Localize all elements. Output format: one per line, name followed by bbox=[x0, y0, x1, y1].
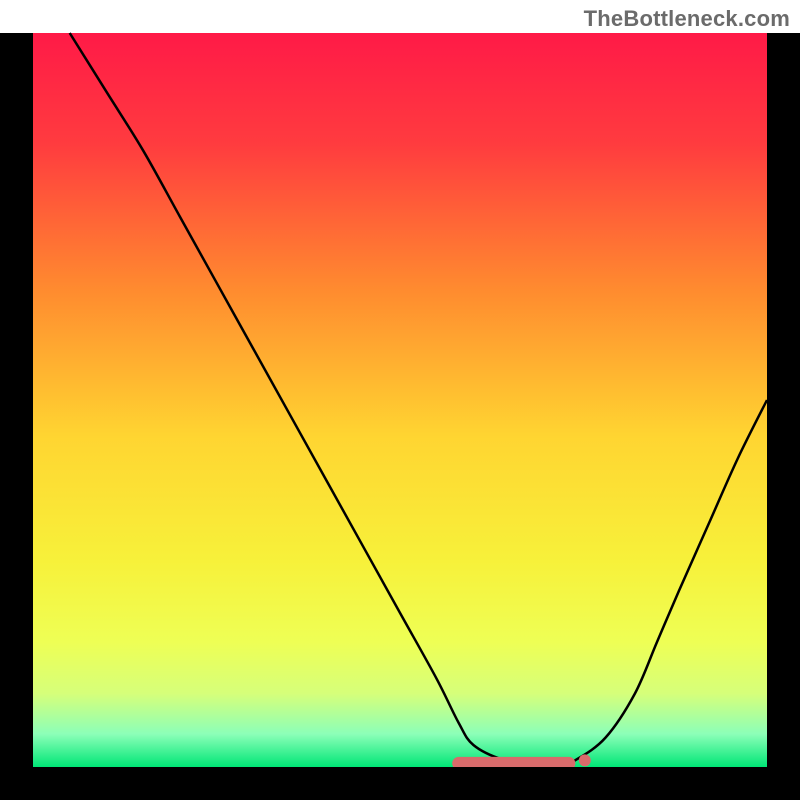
plot-frame-border bbox=[767, 33, 800, 800]
bottleneck-chart bbox=[0, 0, 800, 800]
chart-container: TheBottleneck.com bbox=[0, 0, 800, 800]
plot-frame-border bbox=[0, 767, 800, 800]
optimal-point-dot bbox=[579, 754, 591, 766]
watermark-label: TheBottleneck.com bbox=[584, 6, 790, 32]
plot-frame-border bbox=[0, 33, 33, 800]
plot-background bbox=[33, 33, 767, 767]
